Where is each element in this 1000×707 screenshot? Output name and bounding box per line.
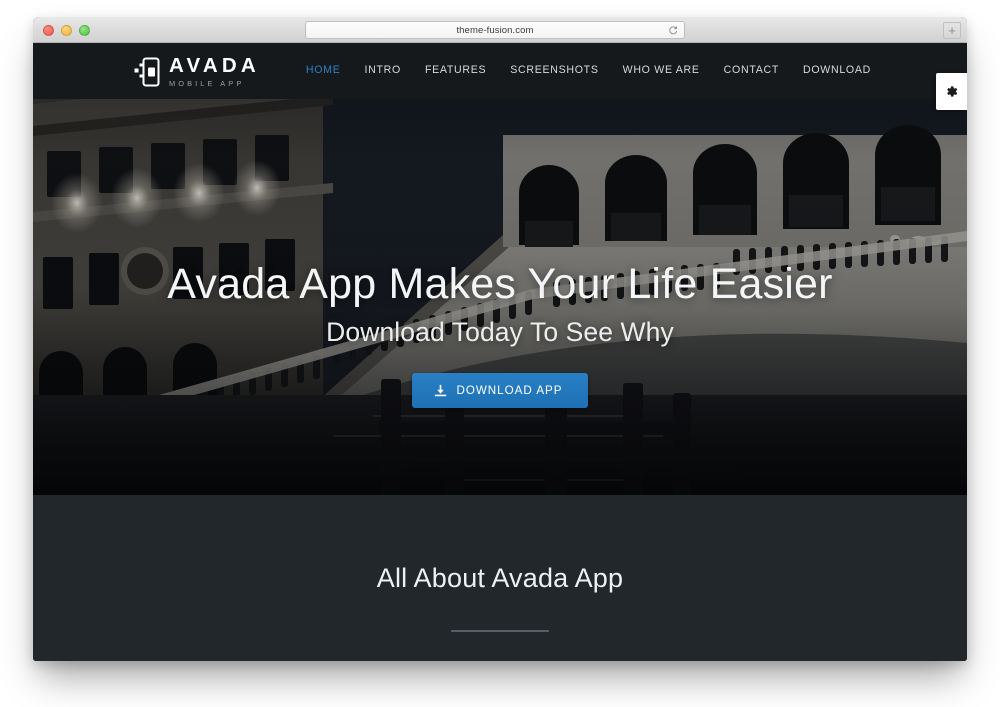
url-text: theme-fusion.com [456, 24, 534, 36]
nav-item-download[interactable]: DOWNLOAD [803, 64, 871, 76]
close-window-button[interactable] [43, 25, 54, 36]
logo-title: AVADA [169, 54, 260, 77]
theme-settings-tab[interactable] [936, 73, 967, 110]
site-header: AVADA MOBILE APP HOME INTRO FEATURES SCR… [33, 43, 967, 99]
hero-content: Avada App Makes Your Life Easier Downloa… [33, 260, 967, 409]
zoom-window-button[interactable] [79, 25, 90, 36]
new-tab-label: + [948, 23, 956, 38]
nav-item-who-we-are[interactable]: WHO WE ARE [623, 64, 700, 76]
nav-item-home[interactable]: HOME [306, 64, 341, 76]
download-app-label: DOWNLOAD APP [456, 384, 563, 398]
minimize-window-button[interactable] [61, 25, 72, 36]
gear-icon [947, 86, 958, 97]
hero-subtitle: Download Today To See Why [326, 317, 674, 348]
browser-window: theme-fusion.com + Avada App Makes Your … [33, 17, 967, 661]
nav-item-contact[interactable]: CONTACT [724, 64, 779, 76]
page-viewport: Avada App Makes Your Life Easier Downloa… [33, 43, 967, 661]
main-navigation: HOME INTRO FEATURES SCREENSHOTS WHO WE A… [306, 64, 871, 76]
download-icon [435, 385, 447, 397]
logo-subtitle: MOBILE APP [169, 78, 245, 88]
download-app-button[interactable]: DOWNLOAD APP [412, 373, 588, 409]
logo-wordmark: AVADA MOBILE APP [169, 55, 260, 89]
nav-item-intro[interactable]: INTRO [364, 64, 400, 76]
window-controls [43, 25, 90, 36]
hero-title: Avada App Makes Your Life Easier [167, 260, 833, 308]
reload-icon[interactable] [668, 25, 678, 35]
browser-toolbar: theme-fusion.com + [33, 17, 967, 43]
about-divider [451, 630, 549, 632]
mobile-phone-share-icon [134, 57, 160, 87]
about-section: All About Avada App [33, 495, 967, 661]
new-tab-button[interactable]: + [943, 22, 961, 39]
hero-section: Avada App Makes Your Life Easier Downloa… [33, 43, 967, 495]
nav-item-features[interactable]: FEATURES [425, 64, 486, 76]
site-logo[interactable]: AVADA MOBILE APP [134, 55, 260, 89]
address-bar[interactable]: theme-fusion.com [305, 21, 685, 39]
about-title: All About Avada App [376, 563, 624, 593]
nav-item-screenshots[interactable]: SCREENSHOTS [510, 64, 598, 76]
